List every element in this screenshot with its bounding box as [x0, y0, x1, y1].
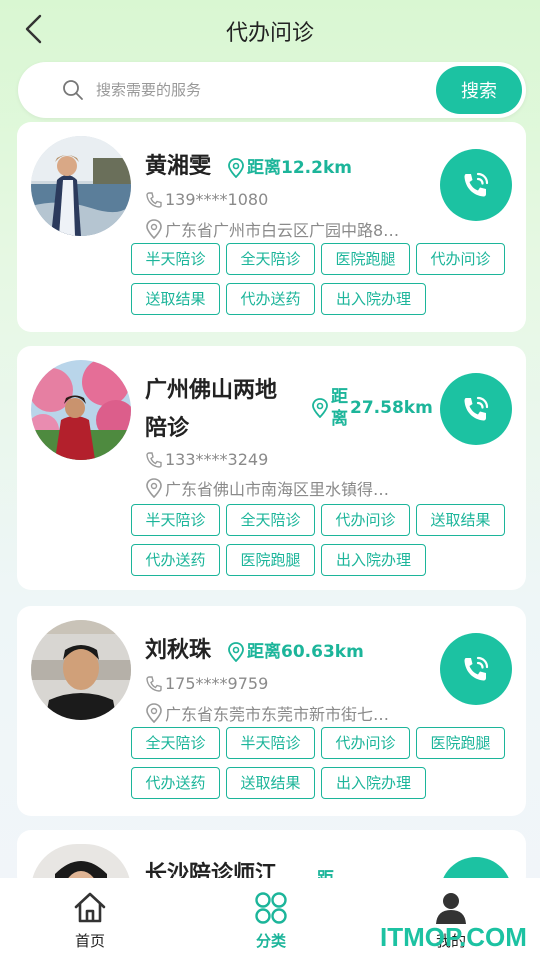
avatar	[31, 360, 131, 460]
call-button[interactable]	[440, 633, 512, 705]
distance-label: 距 离	[331, 387, 348, 429]
avatar	[31, 620, 131, 720]
tab-category[interactable]: 分类	[221, 878, 321, 960]
phone-row: 133****3249	[145, 450, 268, 469]
service-tag[interactable]: 全天陪诊	[226, 504, 315, 536]
call-button[interactable]	[440, 149, 512, 221]
service-tag[interactable]: 代办问诊	[321, 504, 410, 536]
service-tag[interactable]: 医院跑腿	[321, 243, 410, 275]
phone-call-icon	[464, 396, 489, 421]
service-tag[interactable]: 送取结果	[416, 504, 505, 536]
escort-card[interactable]: 广州佛山两地 陪诊 距 离 27.58km 133****3249 广东省佛山市…	[17, 346, 526, 590]
escort-name: 广州佛山两地 陪诊	[145, 372, 277, 448]
home-icon	[74, 892, 106, 923]
location-pin-icon	[228, 158, 244, 178]
call-button[interactable]	[440, 373, 512, 445]
location-pin-icon	[146, 219, 162, 239]
service-tag[interactable]: 医院跑腿	[416, 727, 505, 759]
service-tag[interactable]: 出入院办理	[321, 283, 426, 315]
avatar	[31, 136, 131, 236]
address-row: 广东省佛山市南海区里水镇得…	[145, 476, 389, 500]
escort-name: 黄湘雯	[145, 154, 212, 179]
page-title: 代办问诊	[225, 21, 314, 46]
search-icon	[63, 80, 83, 100]
service-tag[interactable]: 代办送药	[226, 283, 315, 315]
service-tag[interactable]: 全天陪诊	[226, 243, 315, 275]
address-row: 广东省东莞市东莞市新市街七…	[145, 701, 389, 725]
address-text: 广东省佛山市南海区里水镇得…	[165, 480, 390, 499]
escort-name: 刘秋珠	[145, 638, 212, 663]
distance: 距离12.2km	[227, 157, 352, 179]
search-input[interactable]	[96, 74, 436, 106]
search-button[interactable]: 搜索	[436, 66, 522, 114]
escort-name-line1: 广州佛山两地	[145, 378, 278, 403]
user-icon	[436, 893, 466, 924]
tab-home[interactable]: 首页	[40, 878, 140, 960]
phone-call-icon	[464, 172, 489, 197]
phone-number: 139****1080	[165, 190, 269, 209]
service-tag[interactable]: 半天陪诊	[226, 727, 315, 759]
service-tag[interactable]: 送取结果	[131, 283, 220, 315]
address-text: 广东省东莞市东莞市新市街七…	[165, 705, 390, 724]
escort-name-line2: 陪诊	[145, 416, 190, 441]
escort-card[interactable]: 黄湘雯 距离12.2km 139****1080 广东省广州市白云区广园中路8…	[17, 122, 526, 332]
service-tag[interactable]: 代办送药	[131, 544, 220, 576]
phone-row: 175****9759	[145, 674, 268, 693]
distance: 距离60.63km	[227, 641, 364, 663]
search-bar: 搜索	[18, 62, 526, 118]
service-tag[interactable]: 代办问诊	[321, 727, 410, 759]
phone-icon	[146, 191, 162, 208]
distance-value: 27.58km	[350, 398, 433, 418]
service-tag[interactable]: 代办问诊	[416, 243, 505, 275]
phone-icon	[146, 451, 162, 468]
service-tag[interactable]: 半天陪诊	[131, 504, 220, 536]
service-tag[interactable]: 医院跑腿	[226, 544, 315, 576]
location-pin-icon	[146, 703, 162, 723]
service-tag[interactable]: 代办送药	[131, 767, 220, 799]
category-icon	[255, 892, 287, 924]
tab-label: 分类	[255, 932, 286, 950]
address-row: 广东省广州市白云区广园中路8…	[145, 217, 399, 241]
tab-label: 首页	[74, 932, 105, 950]
location-pin-icon	[228, 642, 244, 662]
phone-row: 139****1080	[145, 190, 268, 209]
service-tag[interactable]: 送取结果	[226, 767, 315, 799]
distance-text: 距离60.63km	[247, 642, 364, 662]
location-pin-icon	[146, 478, 162, 498]
distance: 距 离 27.58km	[311, 386, 433, 430]
phone-number: 175****9759	[165, 674, 269, 693]
distance-text: 距离12.2km	[247, 158, 352, 178]
service-tag[interactable]: 出入院办理	[321, 767, 426, 799]
header: 代办问诊	[0, 0, 540, 60]
service-tag[interactable]: 全天陪诊	[131, 727, 220, 759]
phone-call-icon	[464, 656, 489, 681]
service-tag[interactable]: 出入院办理	[321, 544, 426, 576]
escort-card[interactable]: 刘秋珠 距离60.63km 175****9759 广东省东莞市东莞市新市街七…	[17, 606, 526, 816]
phone-number: 133****3249	[165, 450, 269, 469]
location-pin-icon	[312, 398, 328, 418]
service-tag[interactable]: 半天陪诊	[131, 243, 220, 275]
phone-icon	[146, 675, 162, 692]
watermark: ITMOP.COM	[380, 922, 527, 952]
address-text: 广东省广州市白云区广园中路8…	[165, 221, 400, 240]
